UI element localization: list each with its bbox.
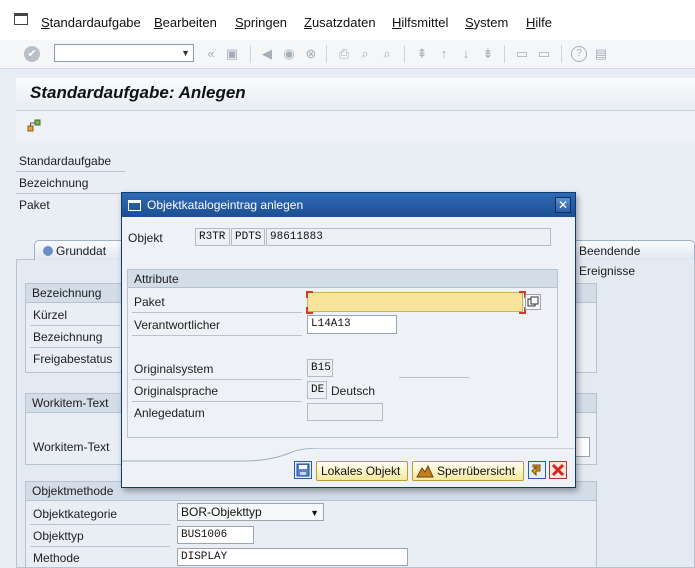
window-menu-icon[interactable] — [128, 200, 141, 211]
exit-icon[interactable]: ◉ — [281, 46, 297, 62]
lokales-objekt-label: Lokales Objekt — [321, 464, 401, 478]
page-title: Standardaufgabe: Anlegen — [30, 83, 246, 102]
paket-header-label: Paket — [19, 198, 50, 212]
cancel-icon[interactable]: ⊗ — [303, 46, 319, 62]
kuerzel-label: Kürzel — [33, 308, 68, 322]
dialog-title-bar[interactable]: Objektkatalogeintrag anlegen ✕ — [122, 193, 575, 217]
verantwortlicher-field[interactable]: L14A13 — [307, 315, 397, 334]
print-icon[interactable]: ⎙ — [336, 46, 352, 62]
anlegedatum-field — [307, 403, 383, 421]
value-help-icon[interactable] — [525, 294, 541, 310]
person-icon — [43, 246, 53, 256]
objekt-type-field: PDTS — [231, 228, 265, 246]
menu-system[interactable]: System — [465, 15, 508, 30]
paket-input[interactable] — [307, 292, 523, 312]
workitem-text-label: Workitem-Text — [33, 440, 110, 454]
menu-hilfsmittel[interactable]: Hilfsmittel — [392, 15, 448, 30]
shortcut-icon[interactable]: ▭ — [536, 46, 552, 62]
standardaufgabe-label: Standardaufgabe — [19, 154, 112, 168]
menu-bar: Standardaufgabe Bearbeiten Springen Zusa… — [0, 0, 695, 44]
tab-beendende-ereignisse[interactable]: Beendende Ereignisse — [572, 240, 695, 278]
menu-bearbeiten[interactable]: Bearbeiten — [154, 15, 217, 30]
originalsystem-field: B15 — [307, 359, 333, 377]
objektkategorie-select[interactable]: BOR-Objekttyp ▼ — [177, 503, 324, 521]
dialog-title: Objektkatalogeintrag anlegen — [147, 198, 304, 212]
dialog-footer-divider — [122, 448, 575, 462]
sperruebersicht-label: Sperrübersicht — [437, 464, 516, 478]
anlegedatum-label: Anlegedatum — [134, 406, 205, 420]
tab-grunddaten-label: Grunddat — [56, 244, 107, 258]
hierarchy-icon[interactable] — [26, 117, 42, 133]
originalsprache-text: Deutsch — [331, 384, 376, 398]
methode-label: Methode — [33, 551, 80, 565]
bezeichnung-label: Bezeichnung — [33, 330, 103, 344]
help-icon[interactable]: ? — [571, 46, 587, 62]
methode-field[interactable]: DISPLAY — [177, 548, 408, 566]
command-field[interactable]: ▼ — [54, 44, 194, 62]
objekttyp-label: Objekttyp — [33, 529, 84, 543]
enter-check-icon[interactable]: ✔ — [24, 46, 40, 62]
tab-grunddaten[interactable]: Grunddat — [34, 240, 130, 260]
tab-beendende-label: Beendende Ereignisse — [579, 244, 641, 278]
attribute-group-title: Attribute — [128, 270, 557, 288]
next-page-icon[interactable]: ↓ — [458, 46, 474, 62]
back-icon[interactable]: ◀ — [259, 46, 275, 62]
menu-zusatzdaten[interactable]: Zusatzdaten — [304, 15, 376, 30]
lokales-objekt-button[interactable]: Lokales Objekt — [316, 461, 408, 481]
last-page-icon[interactable]: ⇟ — [480, 46, 496, 62]
objekt-label: Objekt — [128, 231, 163, 245]
back-double-icon[interactable]: « — [203, 46, 219, 62]
objektkategorie-label: Objektkategorie — [33, 507, 118, 521]
objekttyp-field[interactable]: BUS1006 — [177, 526, 254, 544]
first-page-icon[interactable]: ⇞ — [414, 46, 430, 62]
application-toolbar — [16, 111, 695, 143]
originalsprache-field: DE — [307, 381, 327, 399]
chevron-down-icon[interactable]: ▼ — [181, 48, 190, 58]
objekt-name-field: 98611883 — [266, 228, 551, 246]
help-context-icon[interactable] — [528, 461, 546, 479]
previous-page-icon[interactable]: ↑ — [436, 46, 452, 62]
freigabestatus-label: Freigabestatus — [33, 352, 113, 366]
originalsystem-label: Originalsystem — [134, 362, 214, 376]
find-next-icon[interactable]: ⌕ — [379, 46, 395, 62]
verantwortlicher-label: Verantwortlicher — [134, 318, 221, 332]
sperruebersicht-button[interactable]: Sperrübersicht — [412, 461, 524, 481]
bezeichnung-header-label: Bezeichnung — [19, 176, 89, 190]
window-menu-icon[interactable] — [14, 13, 28, 25]
close-icon[interactable]: ✕ — [555, 197, 571, 213]
menu-hilfe[interactable]: Hilfe — [526, 15, 552, 30]
menu-springen[interactable]: Springen — [235, 15, 287, 30]
menu-standardaufgabe[interactable]: Standardaufgabe — [41, 15, 141, 30]
chevron-down-icon[interactable]: ▼ — [310, 505, 319, 521]
objektkategorie-value: BOR-Objekttyp — [181, 505, 262, 519]
find-icon[interactable]: ⌕ — [357, 46, 373, 62]
objektkatalog-dialog: Objektkatalogeintrag anlegen ✕ Objekt R3… — [121, 192, 576, 488]
new-session-icon[interactable]: ▭ — [514, 46, 530, 62]
save-icon[interactable]: ▣ — [224, 46, 240, 62]
cancel-icon[interactable] — [549, 461, 567, 479]
paket-label: Paket — [134, 295, 165, 309]
layout-settings-icon[interactable]: ▤ — [593, 46, 609, 62]
originalsprache-label: Originalsprache — [134, 384, 219, 398]
mountain-icon — [416, 463, 434, 484]
objekt-pgmid-field: R3TR — [195, 228, 230, 246]
save-icon[interactable] — [294, 461, 312, 479]
